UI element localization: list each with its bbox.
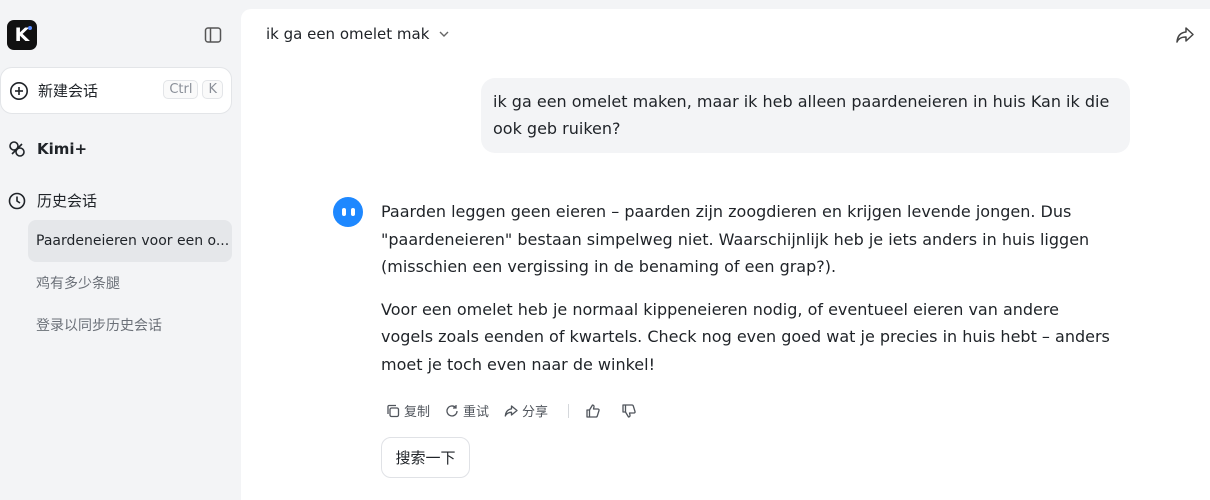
kimi-plus-label: Kimi+ [37,140,88,158]
chevron-down-icon [437,27,451,41]
shortcut-key-ctrl: Ctrl [163,80,199,99]
shortcut-key-k: K [202,80,223,99]
refresh-icon [445,404,459,418]
retry-label: 重试 [463,405,490,420]
thumbs-down-icon[interactable] [621,403,637,419]
app-window: K 新建会话 Ctrl K Kimi+ 历史会话 Paardeneieren v… [0,0,1210,500]
copy-button[interactable]: 复制 [386,401,430,420]
share-arrow-icon [504,404,518,418]
avatar-eye [341,208,346,216]
history-item[interactable]: Paardeneieren voor een o... [28,220,232,262]
copy-label: 复制 [404,405,431,420]
message-actions: 复制 重试 分享 [386,401,657,420]
kimi-plus-nav[interactable]: Kimi+ [8,140,87,158]
chat-panel: ik ga een omelet mak ik ga een omelet ma… [241,9,1210,500]
history-list: Paardeneieren voor een o... 鸡有多少条腿 登录以同步… [28,220,232,346]
share-button[interactable]: 分享 [504,401,548,420]
sidebar-toggle-icon[interactable] [203,25,223,45]
shortcut-hint: Ctrl K [163,80,223,99]
copy-icon [386,404,400,418]
assistant-paragraph: Paarden leggen geen eieren – paarden zij… [381,202,1090,276]
chat-title-dropdown[interactable]: ik ga een omelet mak [266,25,451,43]
search-button[interactable]: 搜索一下 [381,437,470,478]
clock-icon [8,192,26,210]
avatar-eye [350,208,355,216]
new-chat-label: 新建会话 [38,82,99,100]
login-sync-link[interactable]: 登录以同步历史会话 [28,304,232,346]
kimi-plus-icon [8,140,26,158]
kimi-logo[interactable]: K [7,20,37,50]
assistant-paragraph: Voor een omelet heb je normaal kippeneie… [381,299,1110,374]
sidebar: K 新建会话 Ctrl K Kimi+ 历史会话 Paardeneieren v… [0,0,241,500]
assistant-avatar [333,197,363,227]
new-chat-button[interactable]: 新建会话 Ctrl K [0,67,232,114]
thumbs-up-icon[interactable] [585,403,601,419]
actions-divider [568,403,570,418]
history-item[interactable]: 鸡有多少条腿 [28,262,232,304]
add-circle-icon [9,81,29,101]
share-label: 分享 [522,405,549,420]
retry-button[interactable]: 重试 [445,401,489,420]
history-label: 历史会话 [37,192,98,210]
assistant-message: Paarden leggen geen eieren – paarden zij… [381,198,1111,378]
chat-title: ik ga een omelet mak [266,25,430,43]
history-nav[interactable]: 历史会话 [8,190,97,211]
share-icon[interactable] [1174,24,1196,46]
user-message: ik ga een omelet maken, maar ik heb alle… [481,78,1130,153]
